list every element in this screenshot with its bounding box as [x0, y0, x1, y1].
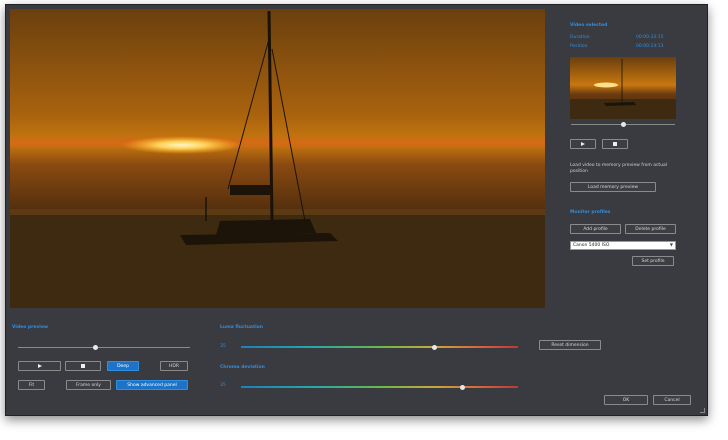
hdr-toggle-button[interactable]: HDR — [160, 361, 188, 371]
load-info-text: Load video to memory preview from actual… — [570, 163, 668, 174]
monitor-profile-selected-value: Canon 5400 ISO — [573, 243, 610, 248]
chroma-value-label: 35 — [220, 383, 226, 388]
video-settings-window: Video selected Duration 00:00:33:15 Posi… — [5, 4, 708, 416]
luma-heading: Luma fluctuation — [220, 325, 263, 330]
chroma-slider-handle[interactable] — [460, 385, 466, 390]
monitor-profile-select[interactable]: Canon 5400 ISO ▼ — [570, 241, 676, 250]
position-value: 00:00:14:13 — [636, 44, 664, 49]
play-icon — [37, 364, 42, 368]
video-preview-heading: Video preview — [12, 325, 49, 330]
luma-slider-handle[interactable] — [432, 345, 438, 350]
cancel-button[interactable]: Cancel — [653, 395, 691, 405]
memory-preview-scrubber-handle[interactable] — [620, 122, 626, 127]
resize-grip-icon[interactable] — [700, 408, 705, 413]
stop-icon — [613, 142, 617, 146]
chroma-heading: Chroma deviation — [220, 365, 265, 370]
memory-preview-thumbnail — [570, 57, 676, 119]
video-preview-frame — [10, 9, 545, 308]
video-selected-heading: Video selected — [570, 23, 608, 28]
ok-button[interactable]: OK — [604, 395, 648, 405]
sunset-sailboat-image — [10, 9, 545, 308]
monitor-profiles-heading: Monitor profiles — [570, 210, 611, 215]
sync-play-button[interactable] — [570, 139, 596, 149]
duration-label: Duration — [570, 35, 590, 40]
luma-value-label: 35 — [220, 344, 226, 349]
luma-slider[interactable] — [241, 346, 518, 348]
video-position-slider-handle[interactable] — [92, 345, 98, 350]
add-profile-button[interactable]: Add profile — [570, 224, 621, 234]
delete-profile-button[interactable]: Delete profile — [625, 224, 676, 234]
sync-stop-button[interactable] — [602, 139, 628, 149]
preview-play-button[interactable] — [18, 361, 61, 371]
preview-stop-button[interactable] — [65, 361, 101, 371]
load-memory-preview-button[interactable]: Load memory preview — [570, 182, 656, 192]
chevron-down-icon: ▼ — [669, 242, 673, 247]
show-advanced-panel-button[interactable]: Show advanced panel — [116, 380, 188, 390]
stop-icon — [81, 364, 85, 368]
position-label: Position — [570, 44, 588, 49]
frame-only-button[interactable]: Frame only — [66, 380, 111, 390]
duration-value: 00:00:33:15 — [636, 35, 664, 40]
play-icon — [581, 142, 585, 146]
set-profile-button[interactable]: Set profile — [632, 256, 674, 266]
video-position-slider[interactable] — [18, 347, 190, 348]
fit-button[interactable]: Fit — [18, 380, 45, 390]
reset-dimension-button[interactable]: Reset dimension — [539, 340, 601, 350]
chroma-slider[interactable] — [241, 386, 518, 388]
deep-toggle-button[interactable]: Deep — [107, 361, 139, 371]
